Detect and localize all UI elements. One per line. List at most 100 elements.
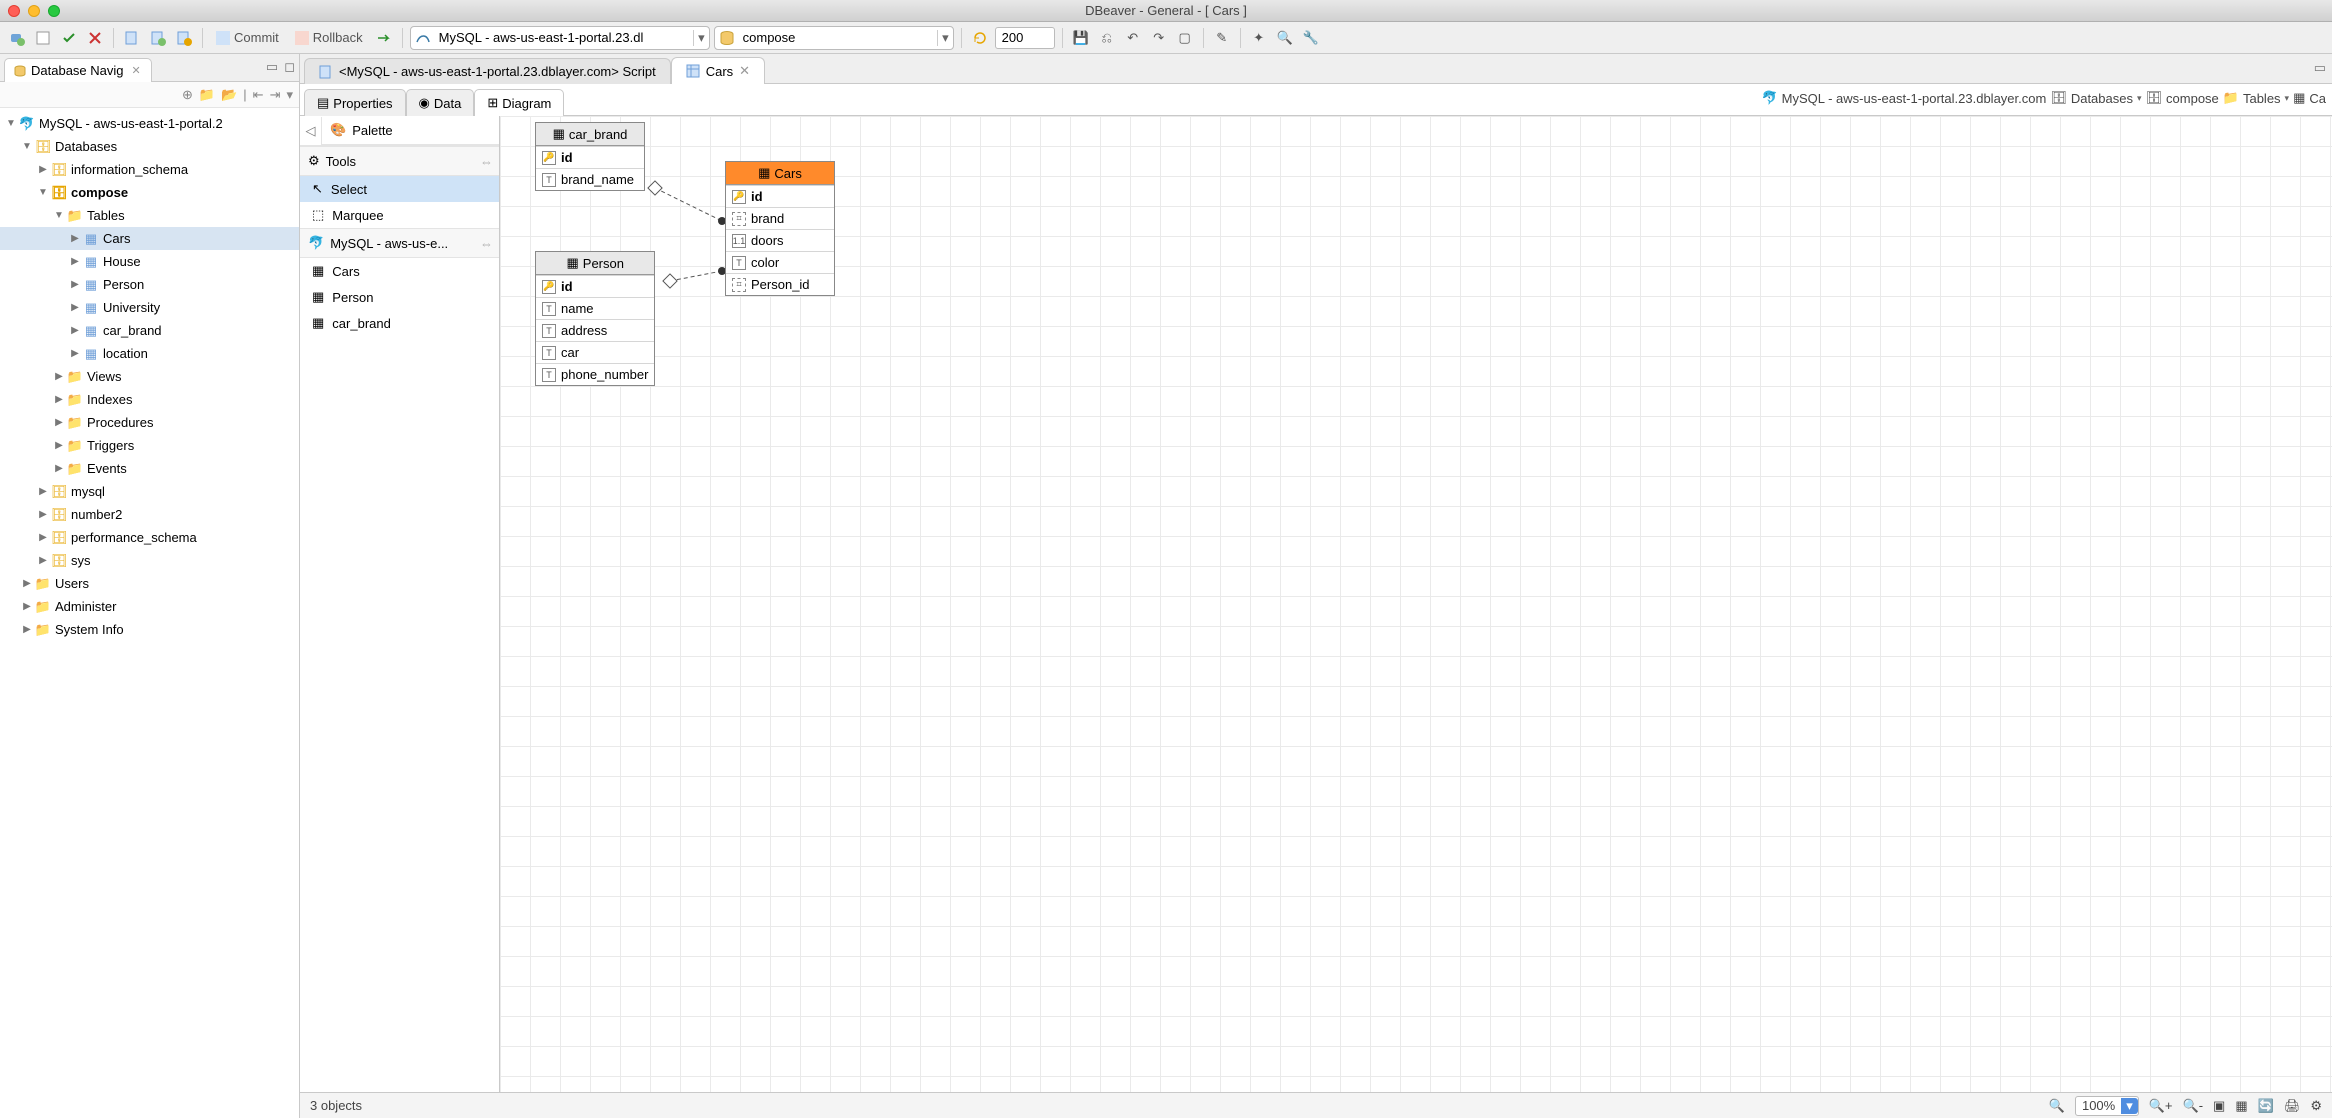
highlight-icon[interactable]: ✎ <box>1211 27 1233 49</box>
minimize-icon[interactable] <box>28 5 40 17</box>
entity-car-brand[interactable]: ▦car_brand 🔑id Tbrand_name <box>535 122 645 191</box>
tree-db-item[interactable]: ▶🗄performance_schema <box>0 526 299 549</box>
tab-database-navigator[interactable]: Database Navig ✕ <box>4 58 152 82</box>
subtab-properties[interactable]: ▤ Properties <box>304 89 406 116</box>
navigator-tree[interactable]: ▼🐬 MySQL - aws-us-east-1-portal.2 ▼🗄 Dat… <box>0 108 299 1118</box>
new-sql-editor-icon[interactable] <box>32 27 54 49</box>
redo-icon[interactable]: ↷ <box>1148 27 1170 49</box>
breadcrumb-tables[interactable]: Tables <box>2243 91 2281 106</box>
breadcrumb-conn[interactable]: MySQL - aws-us-east-1-portal.23.dblayer.… <box>1782 91 2047 106</box>
tree-table-item[interactable]: ▶▦University <box>0 296 299 319</box>
breadcrumb-databases[interactable]: Databases <box>2071 91 2133 106</box>
commit-transaction-icon[interactable] <box>58 27 80 49</box>
commit-button[interactable]: Commit <box>210 28 285 47</box>
settings-icon[interactable]: ⚙ <box>2310 1098 2322 1114</box>
rollback-button[interactable]: Rollback <box>289 28 369 47</box>
palette-group-label: Tools <box>326 154 356 169</box>
tree-folder[interactable]: ▶📁Events <box>0 457 299 480</box>
tree-db-item[interactable]: ▶🗄mysql <box>0 480 299 503</box>
link-editor-icon[interactable]: ⇥ <box>270 87 281 103</box>
palette-tool-marquee[interactable]: ⬚ Marquee <box>300 202 499 228</box>
sql-script-icon[interactable] <box>121 27 143 49</box>
tree-db-compose[interactable]: ▼🗄 compose <box>0 181 299 204</box>
sql-script-new-icon[interactable] <box>147 27 169 49</box>
grid-icon[interactable]: ▦ <box>2235 1098 2247 1114</box>
export-icon[interactable]: 🖨 <box>2284 1098 2301 1114</box>
new-connection-icon[interactable] <box>6 27 28 49</box>
connection-combo[interactable]: MySQL - aws-us-east-1-portal.23.dl ▾ <box>410 26 710 50</box>
tree-connection[interactable]: ▼🐬 MySQL - aws-us-east-1-portal.2 <box>0 112 299 135</box>
pin-icon[interactable]: ⇔ <box>480 154 493 169</box>
search-icon[interactable]: 🔍 <box>1274 27 1296 49</box>
script-icon <box>319 65 333 79</box>
subtab-diagram[interactable]: ⊞ Diagram <box>474 89 564 116</box>
tree-folder[interactable]: ▶📁Triggers <box>0 434 299 457</box>
tree-table-item[interactable]: ▶▦location <box>0 342 299 365</box>
maximize-view-icon[interactable]: ◻ <box>284 59 295 75</box>
diagram-canvas[interactable]: ▦car_brand 🔑id Tbrand_name ▦Cars 🔑id ⌗br… <box>500 116 2332 1092</box>
zoom-out-icon[interactable]: 🔍- <box>2183 1098 2204 1114</box>
transaction-mode-icon[interactable] <box>373 27 395 49</box>
chevron-down-icon[interactable]: ▾ <box>2121 1098 2138 1114</box>
view-menu-icon[interactable]: ▾ <box>286 87 293 103</box>
tree-db-item[interactable]: ▶🗄 information_schema <box>0 158 299 181</box>
rollback-transaction-icon[interactable] <box>84 27 106 49</box>
palette-tool-select[interactable]: ↖ Select <box>300 176 499 202</box>
open-icon[interactable]: 📂 <box>221 87 237 103</box>
tree-databases[interactable]: ▼🗄 Databases <box>0 135 299 158</box>
new-folder-icon[interactable]: 📁 <box>199 87 215 103</box>
reject-changes-icon[interactable]: ⎌ <box>1096 27 1118 49</box>
palette-group-conn[interactable]: 🐬 MySQL - aws-us-e... ⇔ <box>300 228 499 258</box>
tree-folder[interactable]: ▶📁Indexes <box>0 388 299 411</box>
minimize-view-icon[interactable]: ▭ <box>266 59 278 75</box>
tab-cars[interactable]: Cars ✕ <box>671 57 765 84</box>
tree-db-item[interactable]: ▶🗄sys <box>0 549 299 572</box>
tree-db-item[interactable]: ▶🗄number2 <box>0 503 299 526</box>
zoom-in-icon[interactable]: 🔍+ <box>2149 1098 2173 1114</box>
entity-cars[interactable]: ▦Cars 🔑id ⌗brand 1.1doors Tcolor ⌗Person… <box>725 161 835 296</box>
database-combo[interactable]: compose ▾ <box>714 26 954 50</box>
palette-group-tools[interactable]: ⚙ Tools ⇔ <box>300 146 499 176</box>
breadcrumb-table[interactable]: Ca <box>2309 91 2326 106</box>
collapse-icon[interactable]: ⇤ <box>253 87 264 103</box>
sql-script-recent-icon[interactable] <box>173 27 195 49</box>
column-name: brand_name <box>561 172 634 187</box>
save-icon[interactable]: 💾 <box>1070 27 1092 49</box>
palette-entity-item[interactable]: ▦car_brand <box>300 310 499 336</box>
fit-icon[interactable]: ▣ <box>2213 1098 2225 1114</box>
new-conn-icon[interactable]: ⊕ <box>182 87 193 103</box>
close-icon[interactable]: ✕ <box>739 63 750 79</box>
pin-icon[interactable]: ⇔ <box>480 236 493 251</box>
stop-icon[interactable]: ▢ <box>1174 27 1196 49</box>
tree-root-folder[interactable]: ▶📁Administer <box>0 595 299 618</box>
undo-icon[interactable]: ↶ <box>1122 27 1144 49</box>
tree-folder[interactable]: ▶📁Procedures <box>0 411 299 434</box>
tree-table-item[interactable]: ▶▦House <box>0 250 299 273</box>
tree-root-folder[interactable]: ▶📁System Info <box>0 618 299 641</box>
refresh-icon[interactable] <box>969 27 991 49</box>
tree-tables-folder[interactable]: ▼📁 Tables <box>0 204 299 227</box>
entity-person[interactable]: ▦Person 🔑id Tname Taddress Tcar Tphone_n… <box>535 251 655 386</box>
palette-entity-item[interactable]: ▦Cars <box>300 258 499 284</box>
tree-table-item[interactable]: ▶▦Person <box>0 273 299 296</box>
close-icon[interactable]: ✕ <box>132 64 141 77</box>
subtab-data[interactable]: ◉ Data <box>406 89 475 116</box>
tree-table-cars[interactable]: ▶▦ Cars <box>0 227 299 250</box>
palette-entity-item[interactable]: ▦Person <box>300 284 499 310</box>
refresh-diagram-icon[interactable]: 🔄 <box>2258 1098 2274 1114</box>
max-rows-input[interactable] <box>995 27 1055 49</box>
close-icon[interactable] <box>8 5 20 17</box>
tab-script[interactable]: <MySQL - aws-us-east-1-portal.23.dblayer… <box>304 58 671 84</box>
breadcrumb-db[interactable]: compose <box>2166 91 2219 106</box>
wrench-icon[interactable]: 🔧 <box>1300 27 1322 49</box>
tree-table-item[interactable]: ▶▦car_brand <box>0 319 299 342</box>
maximize-icon[interactable] <box>48 5 60 17</box>
restore-icon[interactable]: ▭ <box>2314 60 2326 76</box>
palette-back-icon[interactable]: ◁ <box>300 117 322 145</box>
search-icon[interactable]: 🔍 <box>2049 1098 2065 1114</box>
wand-icon[interactable]: ✦ <box>1248 27 1270 49</box>
tree-folder[interactable]: ▶📁Views <box>0 365 299 388</box>
zoom-combo[interactable]: 100% ▾ <box>2075 1096 2139 1116</box>
mysql-icon <box>411 30 435 46</box>
tree-root-folder[interactable]: ▶📁Users <box>0 572 299 595</box>
